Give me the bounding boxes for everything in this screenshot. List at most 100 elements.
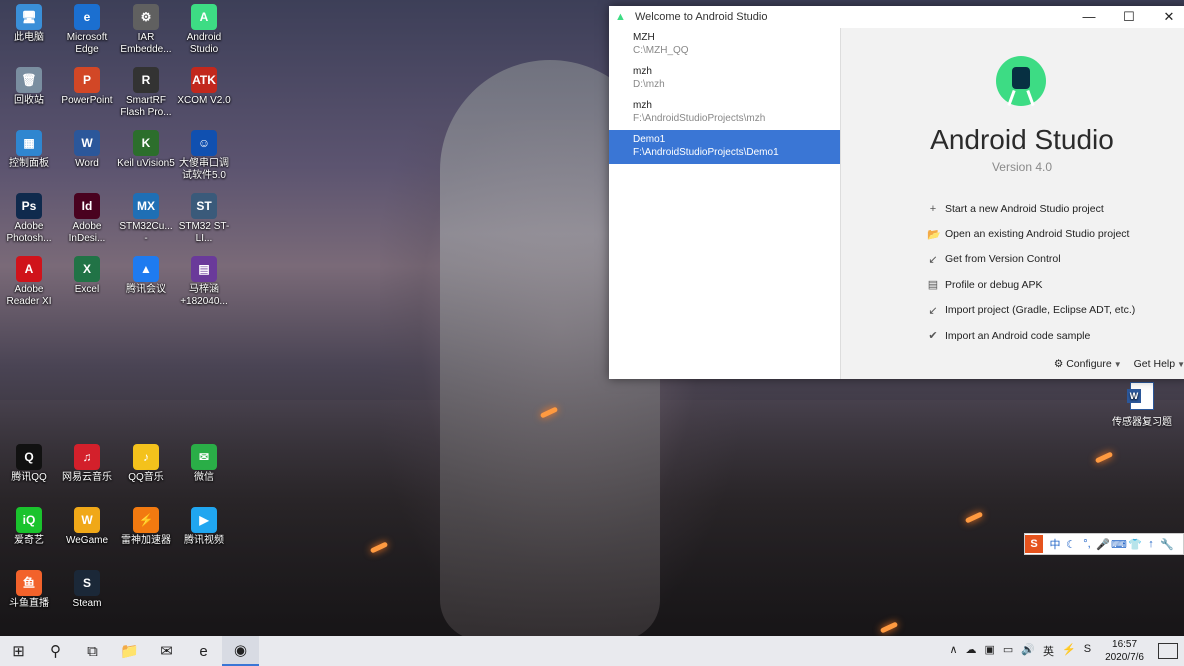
ime-tool-icon[interactable]: 👕 xyxy=(1127,538,1143,551)
app-icon: Q xyxy=(16,444,42,470)
desktop-icon[interactable]: A Android Studio xyxy=(175,4,233,56)
ime-toolbar[interactable]: S 中 ☾ °, 🎤 ⌨ 👕 ↑ 🔧 xyxy=(1024,533,1184,555)
app-icon: 鱼 xyxy=(16,570,42,596)
app-icon: ⚙ xyxy=(133,4,159,30)
recent-project-item[interactable]: mzh D:\mzh xyxy=(609,62,840,96)
app-icon: 🖥 xyxy=(16,4,42,30)
close-button[interactable]: ✕ xyxy=(1149,9,1184,25)
desktop-icon[interactable]: ATK XCOM V2.0 xyxy=(175,67,233,107)
welcome-action-link[interactable]: + Start a new Android Studio project xyxy=(927,196,1135,221)
sogou-logo-icon[interactable]: S xyxy=(1025,535,1043,553)
desktop-icon[interactable]: K Keil uVision5 xyxy=(117,130,175,170)
notification-center-icon[interactable] xyxy=(1158,643,1178,659)
app-icon: ▲ xyxy=(133,256,159,282)
desktop-icon-label: Excel xyxy=(74,284,100,295)
desktop-icon[interactable]: ▲ 腾讯会议 xyxy=(117,256,175,296)
desktop-icon[interactable]: ▦ 控制面板 xyxy=(0,130,58,170)
clock-time: 16:57 xyxy=(1112,639,1138,650)
start-button[interactable]: ⊞ xyxy=(0,636,37,666)
ime-tool-icon[interactable]: ⌨ xyxy=(1111,538,1127,551)
desktop-icon[interactable]: ♫ 网易云音乐 xyxy=(58,444,116,484)
window-titlebar[interactable]: ▲ Welcome to Android Studio — ☐ ✕ xyxy=(609,6,1184,29)
desktop-icon-label: Microsoft Edge xyxy=(66,32,108,55)
ime-tool-icon[interactable]: 🔧 xyxy=(1159,538,1175,551)
tray-icon[interactable]: ▭ xyxy=(1003,643,1013,659)
action-icon: + xyxy=(929,202,937,215)
desktop-icon[interactable]: ▶ 腾讯视频 xyxy=(175,507,233,547)
desktop-icon[interactable]: X Excel xyxy=(58,256,116,296)
recent-project-path: F:\AndroidStudioProjects\mzh xyxy=(633,113,766,124)
mail-button[interactable]: ✉ xyxy=(148,636,185,666)
tray-icon[interactable]: ☁ xyxy=(966,643,977,659)
desktop-icon[interactable]: Q 腾讯QQ xyxy=(0,444,58,484)
desktop-icon[interactable]: S Steam xyxy=(58,570,116,610)
desktop-icon[interactable]: ♪ QQ音乐 xyxy=(117,444,175,484)
ime-tool-icon[interactable]: ↑ xyxy=(1143,538,1159,550)
desktop-icon-label: Word xyxy=(75,158,99,169)
app-icon: ♫ xyxy=(74,444,100,470)
tray-icon[interactable]: ∧ xyxy=(949,643,957,659)
desktop-icon[interactable]: 🗑 回收站 xyxy=(0,67,58,107)
welcome-action-link[interactable]: ↙ Import project (Gradle, Eclipse ADT, et… xyxy=(927,298,1135,323)
desktop-icon[interactable]: e Microsoft Edge xyxy=(58,4,116,56)
tray-icon[interactable]: 🔊 xyxy=(1021,643,1035,659)
desktop-icon[interactable]: MX STM32Cu... - xyxy=(117,193,175,245)
welcome-action-link[interactable]: ▤ Profile or debug APK xyxy=(927,272,1135,297)
app-icon: iQ xyxy=(16,507,42,533)
app-icon: Id xyxy=(74,193,100,219)
android-studio-button[interactable]: ◉ xyxy=(222,636,259,666)
ime-tool-icon[interactable]: °, xyxy=(1079,538,1095,550)
maximize-button[interactable]: ☐ xyxy=(1109,9,1149,25)
desktop-icon[interactable]: Ps Adobe Photosh... xyxy=(0,193,58,245)
recent-project-item[interactable]: mzh F:\AndroidStudioProjects\mzh xyxy=(609,96,840,130)
search-button[interactable]: ⚲ xyxy=(37,636,74,666)
desktop-icon[interactable]: iQ 爱奇艺 xyxy=(0,507,58,547)
desktop-icon[interactable]: 鱼斗鱼直播 xyxy=(0,570,58,610)
desktop-icon[interactable]: W Word xyxy=(58,130,116,170)
desktop-icon[interactable]: ⚡ 雷神加速器 xyxy=(117,507,175,547)
app-icon: W xyxy=(74,507,100,533)
desktop-doc-icon[interactable]: W 传感器复习题 xyxy=(1112,382,1172,428)
desktop-icon[interactable]: ST STM32 ST-LI... xyxy=(175,193,233,245)
ime-mode-toggle[interactable]: 中 xyxy=(1047,536,1063,552)
ime-tool-icon[interactable]: ☾ xyxy=(1063,538,1079,551)
system-tray: ∧ ☁ ▣ ▭ 🔊 英 ⚡ S 16:57 2020/7/6 xyxy=(949,638,1184,664)
desktop-icon[interactable]: ⚙ IAR Embedde... xyxy=(117,4,175,56)
recent-project-item[interactable]: MZH C:\MZH_QQ xyxy=(609,28,840,62)
welcome-actions: + Start a new Android Studio project 📂 Open… xyxy=(927,196,1135,348)
action-label: Import project (Gradle, Eclipse ADT, etc… xyxy=(945,304,1136,317)
ime-tool-icon[interactable]: 🎤 xyxy=(1095,538,1111,551)
desktop-icon-label: STM32Cu... - xyxy=(119,221,173,244)
desktop-icon[interactable]: ☺ 大傻串口调试软件5.0 xyxy=(175,130,233,182)
configure-menu[interactable]: ⚙ Configure ▼ xyxy=(1054,358,1122,370)
recent-project-name: mzh xyxy=(633,100,652,111)
tray-icon[interactable]: 英 xyxy=(1043,643,1054,659)
app-icon: R xyxy=(133,67,159,93)
edge-button[interactable]: e xyxy=(185,636,222,666)
welcome-action-link[interactable]: ↙ Get from Version Control xyxy=(927,247,1135,272)
tray-icon[interactable]: ▣ xyxy=(985,643,995,659)
file-explorer-button[interactable]: 📁 xyxy=(111,636,148,666)
desktop-icon[interactable]: ▤ 马梓涵+182040... xyxy=(175,256,233,308)
desktop-icon[interactable]: ✉ 微信 xyxy=(175,444,233,484)
recent-project-name: mzh xyxy=(633,66,652,77)
desktop-icon-label: 网易云音乐 xyxy=(62,472,112,483)
recent-project-name: MZH xyxy=(633,32,655,43)
desktop-icon[interactable]: Id Adobe InDesi... xyxy=(58,193,116,245)
get-help-menu[interactable]: Get Help ▼ xyxy=(1134,358,1184,370)
recent-project-item[interactable]: Demo1 F:\AndroidStudioProjects\Demo1 xyxy=(609,130,840,164)
welcome-action-link[interactable]: 📂 Open an existing Android Studio project xyxy=(927,221,1135,246)
desktop-icon[interactable]: 🖥 此电脑 xyxy=(0,4,58,44)
welcome-action-link[interactable]: ✔ Import an Android code sample xyxy=(927,323,1135,348)
clock[interactable]: 16:57 2020/7/6 xyxy=(1105,638,1144,664)
app-icon: P xyxy=(74,67,100,93)
desktop-icon[interactable]: R SmartRF Flash Pro... xyxy=(117,67,175,119)
desktop-icon[interactable]: P PowerPoint xyxy=(58,67,116,107)
tray-icon[interactable]: S xyxy=(1084,643,1091,659)
task-view-button[interactable]: ⧉ xyxy=(74,636,111,666)
minimize-button[interactable]: — xyxy=(1069,9,1109,25)
tray-icon[interactable]: ⚡ xyxy=(1062,643,1076,659)
app-icon: A xyxy=(191,4,217,30)
desktop-icon[interactable]: W WeGame xyxy=(58,507,116,547)
desktop-icon[interactable]: A Adobe Reader XI xyxy=(0,256,58,308)
